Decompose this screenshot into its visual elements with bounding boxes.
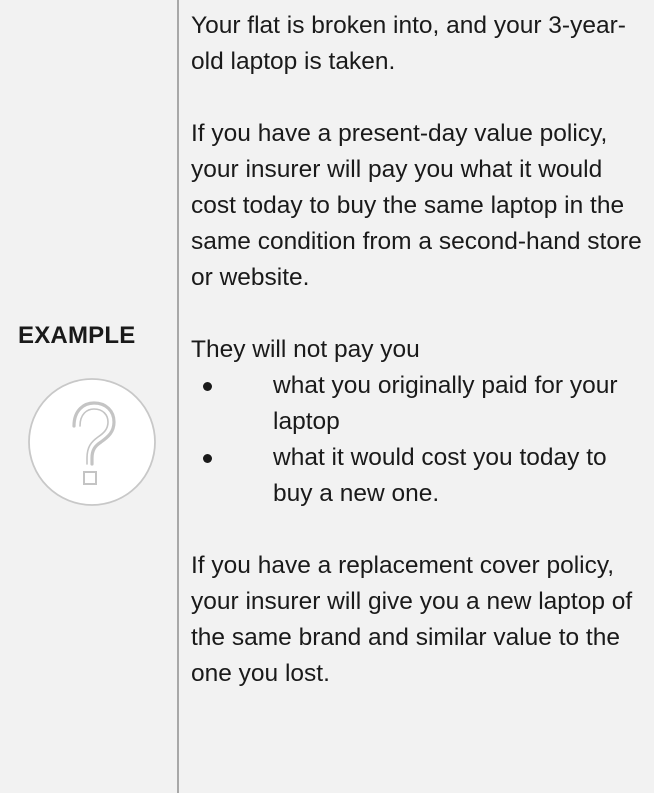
bullet-icon xyxy=(203,382,212,391)
example-label-column: EXAMPLE xyxy=(0,0,176,793)
list-item: what it would cost you today to buy a ne… xyxy=(191,440,643,512)
list-item: what you originally paid for your laptop xyxy=(191,368,643,440)
example-panel: EXAMPLE Your flat is broken into, and yo… xyxy=(0,0,654,793)
example-content: Your flat is broken into, and your 3-yea… xyxy=(191,8,643,692)
example-label: EXAMPLE xyxy=(18,322,136,349)
replacement-cover-paragraph: If you have a replacement cover policy, … xyxy=(191,552,633,687)
present-day-value-paragraph: If you have a present-day value policy, … xyxy=(191,120,642,291)
will-not-pay-list: what you originally paid for your laptop… xyxy=(191,368,643,512)
list-item-text: what it would cost you today to buy a ne… xyxy=(273,444,607,507)
will-not-pay-paragraph: They will not pay you xyxy=(191,336,420,363)
bullet-icon xyxy=(203,454,212,463)
column-divider xyxy=(177,0,179,793)
scenario-paragraph: Your flat is broken into, and your 3-yea… xyxy=(191,12,626,75)
list-item-text: what you originally paid for your laptop xyxy=(273,372,618,435)
question-circle-icon xyxy=(28,378,156,506)
